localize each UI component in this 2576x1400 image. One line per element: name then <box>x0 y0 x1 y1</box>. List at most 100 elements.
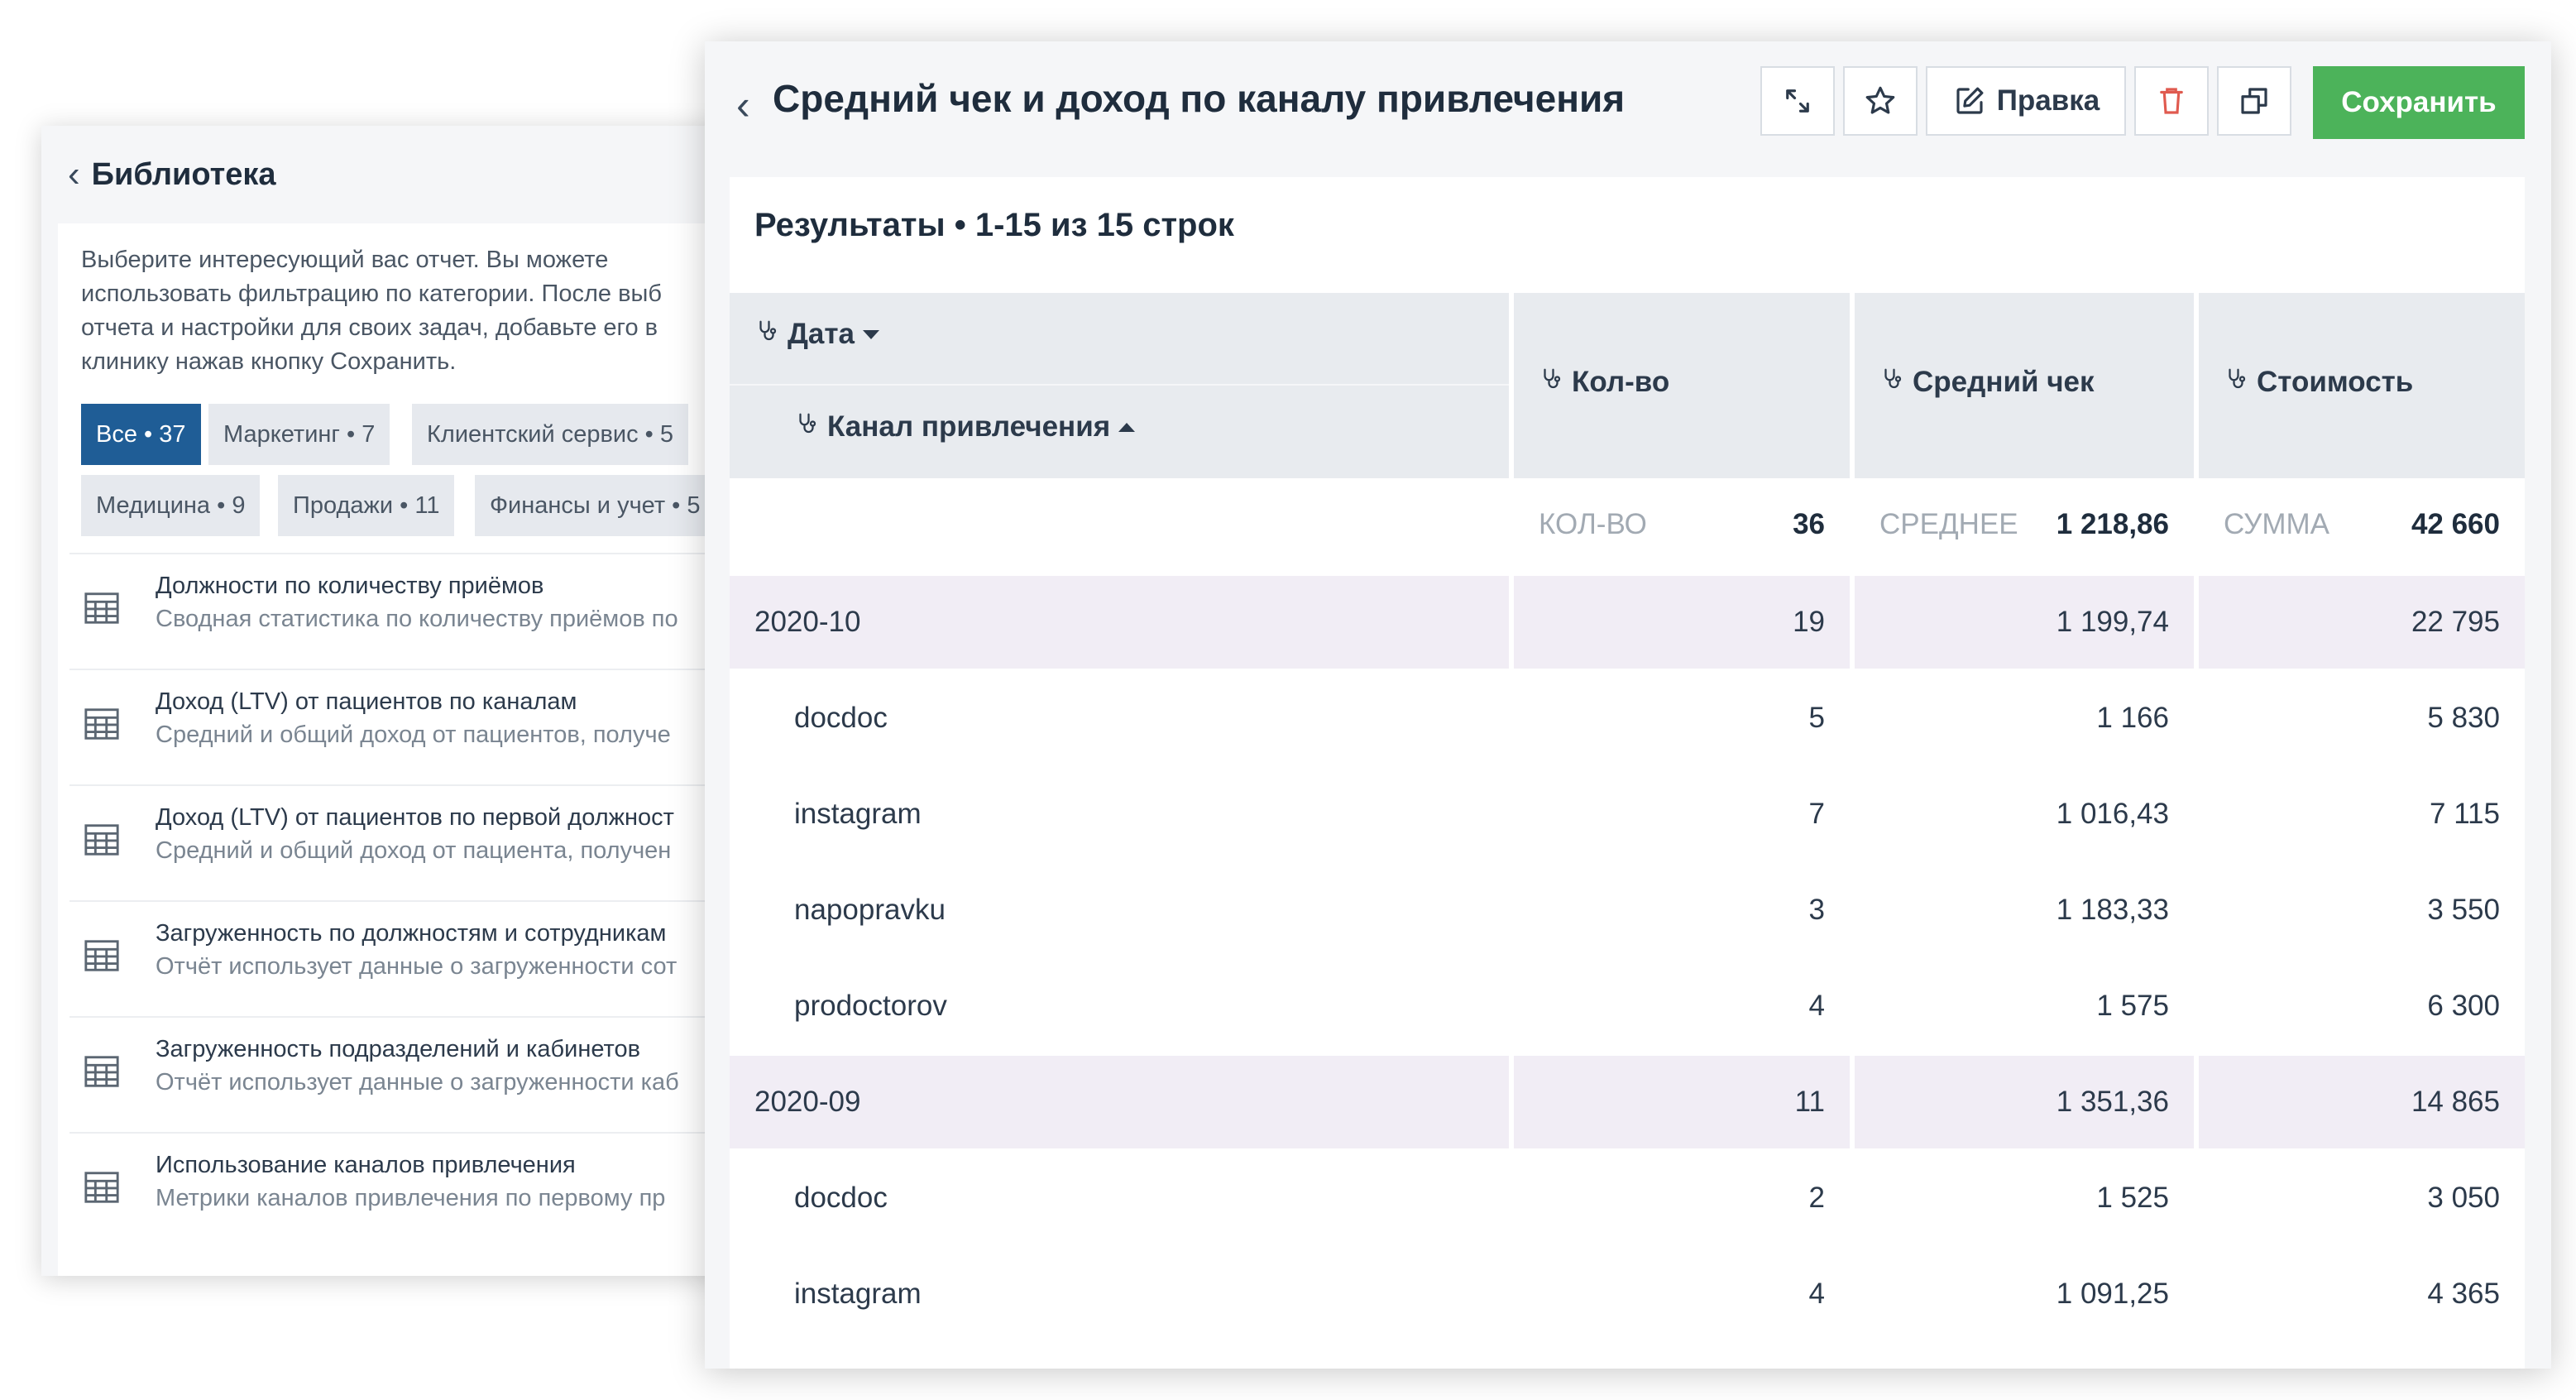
trash-icon <box>2160 88 2183 114</box>
row-name-cell: 2020-09 <box>730 1056 1509 1148</box>
row-name-cell: docdoc <box>794 702 888 734</box>
row-avg-cell: 1 016,43 <box>2056 798 2169 830</box>
table-row[interactable]: prodoctorov 4 1 575 6 300 <box>730 960 2525 1052</box>
report-item-title: Должности по количеству приёмов <box>156 573 544 599</box>
category-chip-client-service[interactable]: Клиентский сервис • 5 <box>412 404 689 465</box>
stethoscope-icon <box>794 410 819 443</box>
table-icon <box>83 821 121 859</box>
duplicate-button[interactable] <box>2217 66 2291 136</box>
library-content: Выберите интересующий вас отчет. Вы може… <box>58 223 736 1276</box>
report-item-title: Загруженность по должностям и сотрудника… <box>156 920 667 947</box>
report-panel: ‹ Средний чек и доход по каналу привлече… <box>705 41 2551 1369</box>
row-cost-cell: 22 795 <box>2199 576 2525 669</box>
report-list-item[interactable]: Использование каналов привлечения Метрики… <box>69 1132 736 1239</box>
report-list-item[interactable]: Доход (LTV) от пациентов по каналам Средн… <box>69 669 736 776</box>
column-header-count[interactable]: Кол-во <box>1514 293 1850 478</box>
row-name-cell: docdoc <box>794 1182 888 1214</box>
column-header-date[interactable]: Дата <box>754 318 880 351</box>
sort-asc-icon <box>1118 422 1136 432</box>
row-name-cell: 2020-10 <box>730 576 1509 669</box>
edit-button-label: Правка <box>1996 84 2100 117</box>
aggregate-sum-cell: СУММА 42 660 <box>2199 478 2525 571</box>
save-button[interactable]: Сохранить <box>2313 66 2525 139</box>
aggregate-avg-label: СРЕДНЕЕ <box>1879 508 2018 540</box>
sort-desc-icon <box>863 329 880 339</box>
row-count-cell: 11 <box>1514 1056 1850 1148</box>
stethoscope-icon <box>2224 366 2248 399</box>
table-icon <box>83 589 121 627</box>
library-back-title[interactable]: Библиотека <box>92 157 276 193</box>
library-panel: ‹ Библиотека Выберите интересующий вас о… <box>41 126 736 1276</box>
table-group-row[interactable]: 2020-10 19 1 199,74 22 795 <box>730 576 2525 669</box>
expand-icon <box>1786 89 1809 113</box>
back-chevron-icon[interactable]: ‹ <box>736 81 750 129</box>
expand-button[interactable] <box>1760 66 1835 136</box>
header-dimension-cell: Дата Канал привлечения <box>730 293 1509 478</box>
aggregate-sum-label: СУММА <box>2224 508 2330 540</box>
cost-header-label: Стоимость <box>2257 366 2414 398</box>
table-icon <box>83 705 121 743</box>
results-card: Результаты • 1-15 из 15 строк Дата Канал… <box>730 177 2525 1369</box>
stethoscope-icon <box>754 318 779 351</box>
table-row[interactable]: instagram 7 1 016,43 7 115 <box>730 768 2525 861</box>
aggregate-row: КОЛ-ВО 36 СРЕДНЕЕ 1 218,86 СУММА 42 660 <box>730 478 2525 571</box>
avg-check-header-label: Средний чек <box>1913 366 2095 398</box>
category-chip-finance[interactable]: Финансы и учет • 5 <box>475 475 716 536</box>
table-row[interactable]: docdoc 2 1 525 3 050 <box>730 1152 2525 1244</box>
category-chip-all[interactable]: Все • 37 <box>81 404 201 465</box>
copy-icon <box>2241 88 2267 114</box>
favorite-button[interactable] <box>1843 66 1918 136</box>
report-list-item[interactable]: Загруженность по должностям и сотрудника… <box>69 900 736 1008</box>
report-item-title: Использование каналов привлечения <box>156 1152 576 1178</box>
row-cost-cell: 4 365 <box>2427 1278 2500 1310</box>
back-chevron-icon[interactable]: ‹ <box>68 156 80 193</box>
aggregate-avg-cell: СРЕДНЕЕ 1 218,86 <box>1855 478 2194 571</box>
row-count-cell: 4 <box>1808 990 1825 1022</box>
row-name-cell: prodoctorov <box>794 990 947 1022</box>
edit-button[interactable]: Правка <box>1926 66 2126 136</box>
row-avg-cell: 1 199,74 <box>1855 576 2194 669</box>
report-list-item[interactable]: Доход (LTV) от пациентов по первой должн… <box>69 784 736 892</box>
channel-header-label: Канал привлечения <box>827 410 1111 443</box>
report-list-item[interactable]: Загруженность подразделений и кабинетов О… <box>69 1016 736 1124</box>
stethoscope-icon <box>1539 366 1563 399</box>
row-avg-cell: 1 575 <box>2096 990 2169 1022</box>
category-chip-sales[interactable]: Продажи • 11 <box>278 475 455 536</box>
row-count-cell: 4 <box>1808 1278 1825 1310</box>
category-chip-medicine[interactable]: Медицина • 9 <box>81 475 261 536</box>
delete-button[interactable] <box>2134 66 2209 136</box>
table-row[interactable]: docdoc 5 1 166 5 830 <box>730 672 2525 765</box>
table-row[interactable]: instagram 4 1 091,25 4 365 <box>730 1248 2525 1340</box>
report-item-title: Доход (LTV) от пациентов по первой должн… <box>156 804 674 831</box>
aggregate-count-cell: КОЛ-ВО 36 <box>1514 478 1850 571</box>
row-avg-cell: 1 183,33 <box>2056 894 2169 926</box>
row-count-cell: 3 <box>1808 894 1825 926</box>
report-list-item[interactable]: Должности по количеству приёмов Сводная с… <box>69 553 736 660</box>
row-avg-cell: 1 091,25 <box>2056 1278 2169 1310</box>
row-cost-cell: 7 115 <box>2430 798 2500 830</box>
report-item-description: Средний и общий доход от пациента, получ… <box>156 837 672 864</box>
stethoscope-icon <box>1879 366 1904 399</box>
library-description: Выберите интересующий вас отчет. Вы може… <box>81 247 662 375</box>
row-name-cell: instagram <box>794 1278 922 1310</box>
column-header-avg-check[interactable]: Средний чек <box>1855 293 2194 478</box>
report-item-description: Метрики каналов привлечения по первому п… <box>156 1185 666 1211</box>
table-icon <box>83 1052 121 1091</box>
aggregate-count-label: КОЛ-ВО <box>1539 508 1647 540</box>
row-count-cell: 5 <box>1808 702 1825 734</box>
row-avg-cell: 1 166 <box>2096 702 2169 734</box>
row-cost-cell: 5 830 <box>2427 702 2500 734</box>
report-item-description: Сводная статистика по количеству приёмов… <box>156 606 678 632</box>
aggregate-sum-value: 42 660 <box>2411 508 2500 540</box>
report-item-description: Отчёт использует данные о загруженности … <box>156 953 678 980</box>
table-group-row[interactable]: 2020-09 11 1 351,36 14 865 <box>730 1056 2525 1148</box>
table-row[interactable]: napopravku 3 1 183,33 3 550 <box>730 864 2525 957</box>
edit-icon <box>1956 87 1984 114</box>
category-chip-marketing[interactable]: Маркетинг • 7 <box>208 404 390 465</box>
column-header-cost[interactable]: Стоимость <box>2199 293 2525 478</box>
report-header: ‹ Средний чек и доход по каналу привлече… <box>705 41 2551 177</box>
column-header-channel[interactable]: Канал привлечения <box>794 410 1136 443</box>
row-cost-cell: 3 050 <box>2427 1182 2500 1214</box>
row-count-cell: 19 <box>1514 576 1850 669</box>
report-title: Средний чек и доход по каналу привлечени… <box>773 77 1626 120</box>
